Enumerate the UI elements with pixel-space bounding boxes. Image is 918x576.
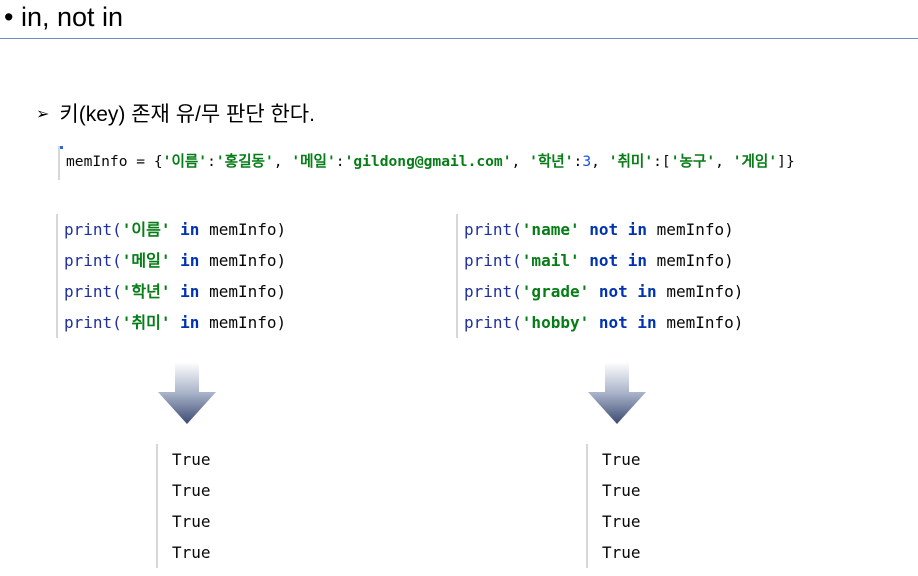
dict-value-4b: '게임'	[732, 153, 778, 170]
code-var: memInfo)	[209, 251, 287, 270]
dict-value-4a: '농구'	[670, 153, 716, 170]
code-operator: not in	[589, 220, 648, 239]
code-row: print('학년' in memInfo)	[64, 276, 356, 307]
dict-value-3: 3	[582, 153, 592, 170]
output-line: True	[172, 512, 211, 531]
code-row: print('이름' in memInfo)	[64, 214, 356, 245]
code-key: 'mail'	[521, 251, 580, 270]
output-line: True	[172, 481, 211, 500]
print-call: print(	[64, 282, 122, 301]
subtitle: ➢ 키(key) 존재 유/무 판단 한다.	[36, 100, 315, 130]
code-operator: in	[180, 282, 200, 301]
code-key: '메일'	[121, 251, 171, 270]
code-operator: in	[180, 220, 200, 239]
code-var: memInfo)	[666, 313, 744, 332]
code-var: memInfo)	[209, 220, 287, 239]
code-row: print('hobby' not in memInfo)	[464, 307, 836, 338]
code-key: '학년'	[121, 282, 171, 301]
print-call: print(	[64, 251, 122, 270]
in-code-block: print('이름' in memInfo) print('메일' in mem…	[56, 214, 356, 338]
code-var: memInfo)	[656, 220, 734, 239]
code-operator: in	[180, 313, 200, 332]
dict-key-2: '메일'	[291, 153, 336, 170]
in-output-block: True True True True	[156, 444, 246, 568]
arrow-bullet-icon: ➢	[36, 106, 50, 123]
not-in-code-block: print('name' not in memInfo) print('mail…	[456, 214, 836, 338]
code-key: 'grade'	[521, 282, 590, 301]
code-operator: not in	[598, 282, 657, 301]
output-line: True	[602, 543, 641, 562]
slide-title: • in, not in	[4, 2, 124, 32]
dict-definition-code: memInfo = {'이름':'홍길동', '메일':'gildong@gma…	[58, 146, 918, 180]
output-line: True	[172, 543, 211, 562]
print-call: print(	[464, 282, 522, 301]
down-arrow-icon	[158, 362, 216, 424]
dict-key-1: '이름'	[162, 153, 208, 170]
output-line: True	[602, 481, 641, 500]
print-call: print(	[464, 313, 522, 332]
output-line: True	[602, 512, 641, 531]
dict-value-1: '홍길동'	[215, 153, 274, 170]
cursor-marker	[60, 146, 63, 149]
code-key: 'name'	[521, 220, 580, 239]
code-var: memInfo)	[209, 313, 287, 332]
code-row: print('취미' in memInfo)	[64, 307, 356, 338]
title-divider	[0, 38, 918, 39]
code-var: memInfo)	[209, 282, 287, 301]
code-var: memInfo)	[666, 282, 744, 301]
code-row: print('name' not in memInfo)	[464, 214, 836, 245]
dict-key-3: '학년'	[529, 153, 574, 170]
code-key: 'hobby'	[521, 313, 590, 332]
code-operator: not in	[598, 313, 657, 332]
down-arrow-icon	[588, 362, 646, 424]
code-row: print('mail' not in memInfo)	[464, 245, 836, 276]
print-call: print(	[64, 313, 122, 332]
subtitle-text: 키(key) 존재 유/무 판단 한다.	[59, 103, 315, 126]
print-call: print(	[64, 220, 122, 239]
output-line: True	[172, 450, 211, 469]
dict-key-4: '취미'	[608, 153, 654, 170]
code-key: '이름'	[121, 220, 171, 239]
code-var: memInfo)	[656, 251, 734, 270]
dict-lhs: memInfo = {	[66, 153, 163, 170]
code-row: print('grade' not in memInfo)	[464, 276, 836, 307]
code-operator: in	[180, 251, 200, 270]
code-operator: not in	[589, 251, 648, 270]
not-in-output-block: True True True True	[586, 444, 676, 568]
output-line: True	[602, 450, 641, 469]
code-row: print('메일' in memInfo)	[64, 245, 356, 276]
print-call: print(	[464, 251, 522, 270]
print-call: print(	[464, 220, 522, 239]
code-key: '취미'	[121, 313, 171, 332]
dict-value-2: 'gildong@gmail.com'	[344, 153, 512, 170]
dict-close: ]}	[777, 153, 795, 170]
